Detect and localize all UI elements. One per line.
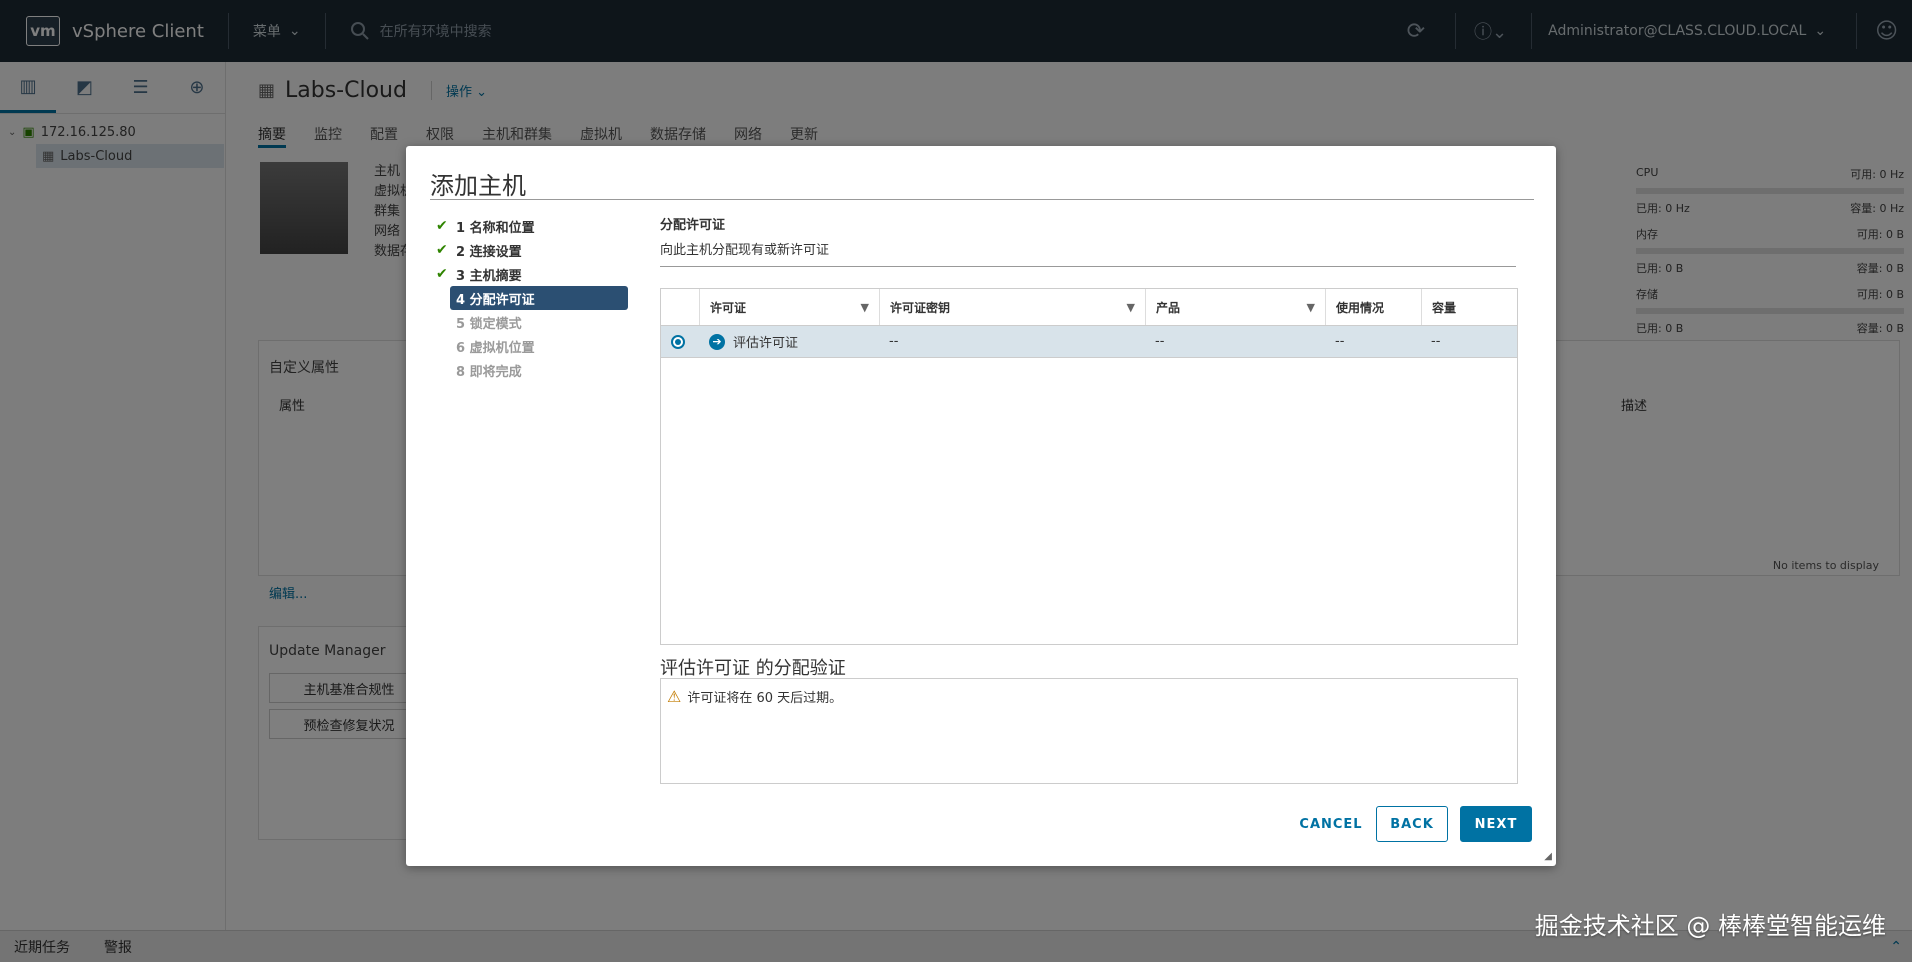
- add-host-dialog: 添加主机 ✔ 1 名称和位置 ✔ 2 连接设置 ✔ 3 主机摘要 4 分配许可证 5 …: [406, 146, 1556, 866]
- watermark: 掘金技术社区 @ 棒棒堂智能运维: [1534, 912, 1886, 940]
- validation-warning: ⚠ 许可证将在 60 天后过期。: [667, 687, 1511, 706]
- wizard-step-1[interactable]: ✔ 1 名称和位置: [436, 214, 628, 238]
- cancel-button[interactable]: CANCEL: [1286, 806, 1376, 842]
- validation-title: 评估许可证 的分配验证: [660, 658, 846, 679]
- validation-box: ⚠ 许可证将在 60 天后过期。: [660, 678, 1518, 784]
- col-header-capacity[interactable]: 容量: [1421, 289, 1517, 325]
- section-title: 分配许可证: [660, 218, 726, 233]
- col-header-key[interactable]: 许可证密钥 ▼: [879, 289, 1145, 325]
- warning-text: 许可证将在 60 天后过期。: [687, 691, 843, 706]
- capacity-cell: --: [1431, 334, 1441, 349]
- dialog-title: 添加主机: [430, 172, 526, 200]
- row-radio[interactable]: [671, 334, 685, 349]
- filter-icon[interactable]: ▼: [1127, 301, 1135, 314]
- warning-icon: ⚠: [667, 687, 682, 706]
- grid-header: 许可证 ▼ 许可证密钥 ▼ 产品 ▼ 使用情况 容量: [661, 289, 1517, 326]
- wizard-step-8: 8 即将完成: [456, 364, 522, 380]
- license-cell: ➔ 评估许可证: [699, 326, 879, 357]
- wizard-step-3[interactable]: ✔ 3 主机摘要: [436, 262, 628, 286]
- select-col-header: [661, 289, 699, 325]
- back-button[interactable]: BACK: [1376, 806, 1448, 842]
- checkmark-icon: ✔: [436, 266, 448, 282]
- usage-cell: --: [1335, 334, 1345, 349]
- license-grid: 许可证 ▼ 许可证密钥 ▼ 产品 ▼ 使用情况 容量 ➔ 评估许可证 -- -- -- …: [660, 288, 1518, 645]
- wizard-step-2[interactable]: ✔ 2 连接设置: [436, 238, 628, 262]
- row-radio-cell[interactable]: [661, 326, 699, 357]
- filter-icon[interactable]: ▼: [1307, 301, 1315, 314]
- key-cell: --: [889, 334, 899, 349]
- checkmark-icon: ✔: [436, 242, 448, 258]
- next-button[interactable]: NEXT: [1460, 806, 1532, 842]
- resize-handle-icon[interactable]: ◢: [1544, 851, 1552, 862]
- dialog-divider: [430, 199, 1534, 200]
- table-row[interactable]: ➔ 评估许可证 -- -- -- --: [661, 326, 1517, 358]
- section-divider: [660, 266, 1516, 267]
- wizard-step-6: 6 虚拟机位置: [456, 340, 535, 356]
- col-header-product[interactable]: 产品 ▼: [1145, 289, 1325, 325]
- col-header-usage[interactable]: 使用情况: [1325, 289, 1421, 325]
- step-header: 分配许可证 向此主机分配现有或新许可证: [660, 214, 1520, 267]
- license-icon: ➔: [709, 333, 725, 350]
- wizard-steps: ✔ 1 名称和位置 ✔ 2 连接设置 ✔ 3 主机摘要 4 分配许可证 5 锁定模式 …: [436, 214, 628, 382]
- filter-icon[interactable]: ▼: [861, 301, 869, 314]
- col-header-license[interactable]: 许可证 ▼: [699, 289, 879, 325]
- wizard-step-4[interactable]: 4 分配许可证: [450, 286, 628, 310]
- product-cell: --: [1155, 334, 1165, 349]
- wizard-step-5: 5 锁定模式: [456, 316, 522, 332]
- section-subtitle: 向此主机分配现有或新许可证: [660, 243, 830, 258]
- checkmark-icon: ✔: [436, 218, 448, 234]
